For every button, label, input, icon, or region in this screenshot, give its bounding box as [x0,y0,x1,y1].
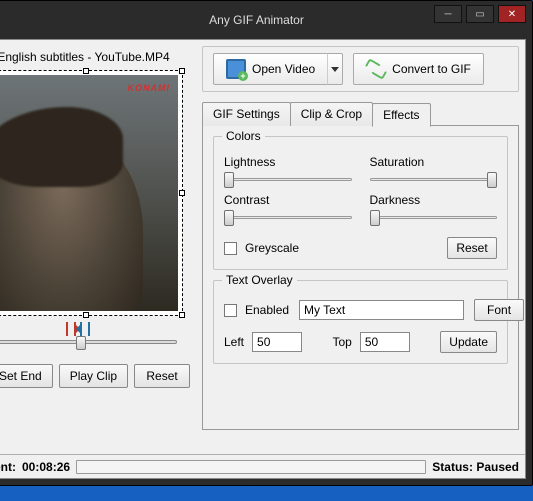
text-overlay-group: Text Overlay Enabled Font Left Top [213,280,508,364]
colors-title: Colors [222,129,265,143]
greyscale-checkbox[interactable] [224,242,237,255]
overlay-left-label: Left [224,335,244,349]
maximize-button[interactable]: ▭ [466,5,494,23]
reset-clip-button[interactable]: Reset [134,364,190,388]
lightness-label: Lightness [224,155,352,169]
watermark: KONAMI [128,83,171,93]
darkness-slider[interactable] [370,209,498,225]
tab-effects[interactable]: Effects [372,103,430,127]
overlay-enabled-label: Enabled [245,303,289,317]
open-video-dropdown[interactable] [327,53,343,85]
filename-label: - English subtitles - YouTube.MP4 [0,50,170,64]
reset-colors-button[interactable]: Reset [447,237,497,259]
contrast-label: Contrast [224,193,352,207]
crop-handle-se[interactable] [179,312,185,318]
video-preview-container: KONAMI [0,70,183,316]
crop-handle-e[interactable] [179,190,185,196]
colors-group: Colors Lightness Saturation Contrast [213,136,508,270]
overlay-title: Text Overlay [222,273,297,287]
clip-end-marker-icon[interactable] [80,322,90,336]
tab-strip: GIF Settings Clip & Crop Effects [202,102,519,126]
top-actions: Open Video Convert to GIF [202,46,519,92]
overlay-enabled-checkbox[interactable] [224,304,237,317]
crop-handle-s[interactable] [83,312,89,318]
tab-clip-crop[interactable]: Clip & Crop [290,102,373,126]
titlebar[interactable]: Any GIF Animator ─ ▭ ✕ [0,1,532,39]
status-label: Status: [432,460,473,474]
client-area: - English subtitles - YouTube.MP4 KONAMI [0,39,526,479]
crop-selection[interactable]: KONAMI [0,70,183,316]
statusbar: ent: 00:08:26 Status: Paused [0,454,525,478]
chevron-down-icon [331,67,339,72]
current-label: ent: [0,460,16,474]
font-button[interactable]: Font [474,299,524,321]
close-button[interactable]: ✕ [498,5,526,23]
overlay-top-input[interactable] [360,332,410,352]
minimize-button[interactable]: ─ [434,5,462,23]
overlay-enabled-row[interactable]: Enabled [224,303,289,317]
app-window: Any GIF Animator ─ ▭ ✕ - English subtitl… [0,0,533,486]
progress-bar [76,460,426,474]
lightness-slider[interactable] [224,171,352,187]
tab-gif-settings[interactable]: GIF Settings [202,102,291,126]
crop-handle-n[interactable] [83,68,89,74]
convert-button[interactable]: Convert to GIF [353,53,484,85]
tab-pane-effects: Colors Lightness Saturation Contrast [202,125,519,430]
status-value: Paused [476,460,519,474]
convert-label: Convert to GIF [392,62,471,76]
open-video-label: Open Video [252,62,315,76]
window-buttons: ─ ▭ ✕ [428,1,532,27]
play-clip-button[interactable]: Play Clip [59,364,128,388]
darkness-label: Darkness [370,193,498,207]
overlay-left-input[interactable] [252,332,302,352]
overlay-text-input[interactable] [299,300,464,320]
contrast-slider[interactable] [224,209,352,225]
saturation-label: Saturation [370,155,498,169]
overlay-top-label: Top [332,335,351,349]
greyscale-checkbox-row[interactable]: Greyscale [224,241,299,255]
set-end-button[interactable]: Set End [0,364,53,388]
window-title: Any GIF Animator [209,13,304,27]
film-plus-icon [226,59,246,79]
timeline-slider[interactable] [0,340,183,344]
timeline-thumb[interactable] [76,336,86,350]
current-time: 00:08:26 [22,460,70,474]
video-preview[interactable]: KONAMI [0,75,178,311]
tab-container: GIF Settings Clip & Crop Effects Colors … [202,102,519,430]
open-video-button[interactable]: Open Video [213,53,328,85]
saturation-slider[interactable] [370,171,498,187]
convert-icon [366,59,386,79]
greyscale-label: Greyscale [245,241,299,255]
update-button[interactable]: Update [440,331,497,353]
clip-buttons: Set End Play Clip Reset [0,364,190,388]
crop-handle-ne[interactable] [179,68,185,74]
